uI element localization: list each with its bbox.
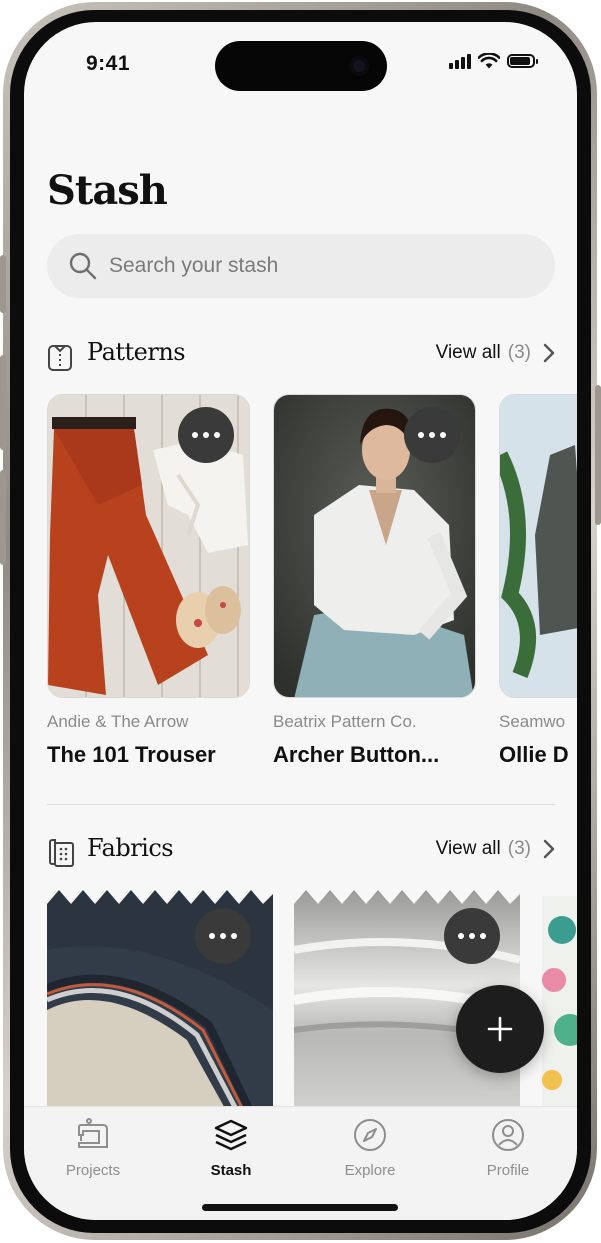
pattern-envelope-icon (48, 345, 72, 371)
more-options-button[interactable] (178, 407, 234, 463)
search-bar[interactable] (47, 234, 555, 298)
pattern-brand: Beatrix Pattern Co. (273, 712, 417, 731)
fabric-card[interactable] (542, 890, 577, 1130)
chevron-right-icon (543, 343, 555, 363)
view-all-label: View all (435, 342, 501, 363)
tab-label: Explore (344, 1162, 396, 1179)
fabrics-count: (3) (507, 838, 531, 859)
power-button (595, 385, 601, 525)
tab-explore[interactable]: Explore (315, 1117, 425, 1179)
floral-fabric-image (542, 896, 577, 1130)
tab-label: Stash (210, 1162, 252, 1179)
fabrics-header: Fabrics View all (3) (47, 830, 555, 870)
volume-down-button (0, 470, 6, 565)
more-options-button[interactable] (404, 407, 460, 463)
battery-icon (507, 54, 538, 68)
status-time: 9:41 (86, 52, 131, 75)
pattern-name: Ollie D (499, 742, 569, 767)
tab-label: Projects (65, 1162, 121, 1179)
fabrics-view-all-link[interactable]: View all (3) (436, 838, 555, 860)
plus-icon (487, 1016, 513, 1042)
home-indicator[interactable] (202, 1204, 398, 1211)
pattern-brand: Andie & The Arrow (47, 712, 189, 731)
action-button (0, 255, 6, 313)
fabrics-title: Fabrics (87, 834, 174, 862)
camera-icon (349, 56, 369, 76)
more-options-button[interactable] (444, 908, 500, 964)
search-input[interactable] (109, 234, 509, 298)
wifi-icon (478, 53, 500, 69)
view-all-label: View all (435, 838, 501, 859)
more-options-button[interactable] (195, 908, 251, 964)
pattern-name: Archer Button... (273, 742, 440, 767)
tab-stash[interactable]: Stash (176, 1117, 286, 1179)
search-icon (69, 252, 97, 280)
dress-image (500, 395, 577, 697)
chevron-right-icon (543, 839, 555, 859)
volume-up-button (0, 355, 6, 450)
cellular-signal-icon (449, 53, 471, 69)
pattern-brand: Seamwo (499, 712, 566, 731)
tab-projects[interactable]: Projects (38, 1117, 148, 1179)
pattern-image-trousers[interactable] (47, 394, 250, 698)
patterns-header: Patterns View all (3) (47, 334, 555, 374)
add-button[interactable] (456, 985, 544, 1073)
pattern-name: The 101 Trouser (47, 742, 216, 767)
pattern-image-shirt[interactable] (273, 394, 476, 698)
patterns-count: (3) (507, 342, 531, 363)
sewing-machine-icon (78, 1118, 108, 1148)
section-divider (47, 804, 555, 805)
fabric-roll-icon (49, 839, 74, 867)
page-title: Stash (47, 167, 168, 214)
compass-icon (354, 1119, 386, 1151)
tab-label: Profile (486, 1162, 530, 1179)
pattern-image-dress[interactable] (499, 394, 577, 698)
tab-profile[interactable]: Profile (453, 1117, 563, 1179)
app-screen: 9:41 Stash Patterns View all (24, 22, 577, 1220)
user-circle-icon (492, 1119, 524, 1151)
stack-icon (214, 1119, 248, 1151)
tab-bar: Projects Stash Explore Profile (24, 1106, 577, 1220)
status-icons (449, 53, 538, 69)
pattern-card[interactable]: Andie & The Arrow The 101 Trouser (47, 394, 250, 768)
pattern-card[interactable]: Seamwo Ollie D (499, 394, 577, 768)
patterns-view-all-link[interactable]: View all (3) (436, 342, 555, 364)
patterns-title: Patterns (87, 338, 186, 366)
pattern-card[interactable]: Beatrix Pattern Co. Archer Button... (273, 394, 476, 768)
fabric-card[interactable] (47, 890, 273, 1130)
dynamic-island (215, 41, 387, 91)
